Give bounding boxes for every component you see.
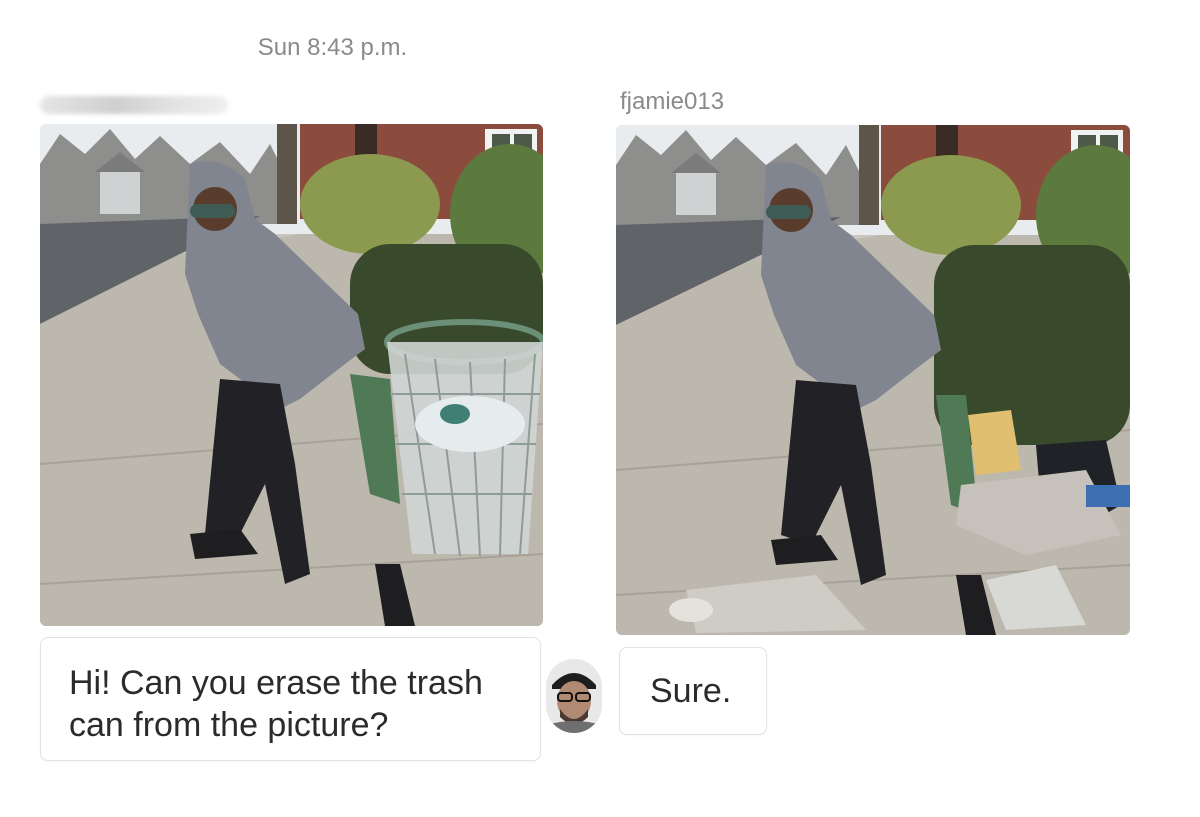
sent-photo-image: [40, 124, 543, 626]
edited-photo-image: [616, 125, 1130, 635]
avatar-image: [546, 659, 602, 733]
timestamp: Sun 8:43 p.m.: [257, 34, 408, 61]
sender-name-redacted: [40, 96, 228, 114]
sent-message-bubble[interactable]: Hi! Can you erase the trash can from the…: [40, 637, 541, 761]
reply-message-bubble[interactable]: Sure.: [619, 647, 767, 735]
sent-photo[interactable]: [40, 124, 543, 626]
edited-photo[interactable]: [616, 125, 1130, 635]
reply-username[interactable]: fjamie013: [620, 88, 724, 116]
sent-message-text: Hi! Can you erase the trash can from the…: [69, 664, 483, 744]
reply-message-text: Sure.: [650, 672, 732, 710]
avatar-icon[interactable]: [546, 659, 602, 733]
